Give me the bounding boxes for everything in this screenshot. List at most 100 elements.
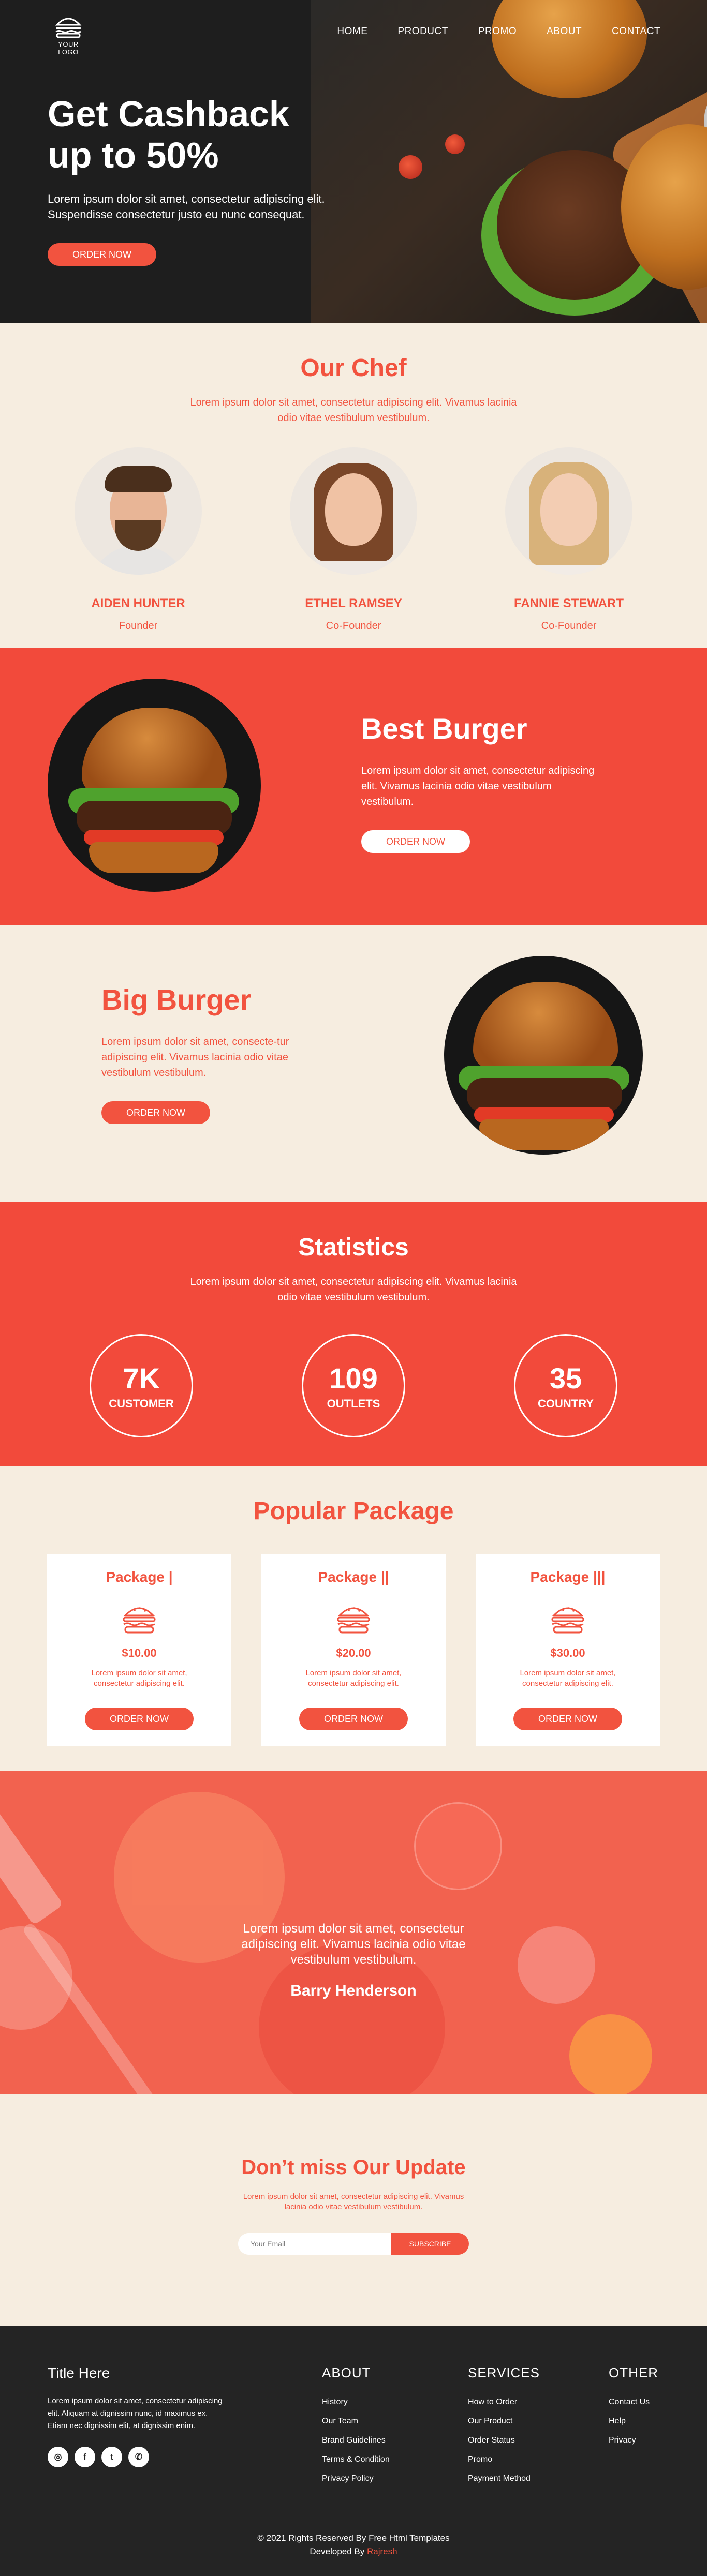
- facebook-icon[interactable]: f: [75, 2447, 95, 2467]
- package-desc: Lorem ipsum dolor sit amet, consectetur …: [91, 1669, 187, 1688]
- footer-link[interactable]: History: [322, 2392, 390, 2412]
- spatula-image: [0, 1803, 64, 1926]
- package-price: $20.00: [336, 1646, 371, 1659]
- chef-name: FANNIE STEWART: [513, 596, 624, 610]
- statistics-section: Statistics Lorem ipsum dolor sit amet, c…: [0, 1202, 707, 1466]
- big-burger-text: Lorem ipsum dolor sit amet, consecte-tur…: [101, 1036, 289, 1079]
- package-card: Package || $20.00 Lorem ipsum dolor sit …: [261, 1554, 446, 1746]
- footer-link[interactable]: Privacy Policy: [322, 2469, 390, 2488]
- avatar: [290, 447, 417, 575]
- chef-name: AIDEN HUNTER: [91, 596, 185, 610]
- package-list: Package | $10.00 Lorem ipsum dolor sit a…: [0, 1554, 707, 1746]
- package-order-button[interactable]: ORDER NOW: [513, 1708, 622, 1730]
- email-input[interactable]: [238, 2233, 391, 2255]
- package-name: Package |||: [530, 1569, 606, 1585]
- big-burger-copy: Big Burger Lorem ipsum dolor sit amet, c…: [101, 983, 345, 1124]
- newsletter-section: Don’t miss Our Update Lorem ipsum dolor …: [0, 2094, 707, 2326]
- newsletter-title: Don’t miss Our Update: [241, 2156, 466, 2179]
- main-nav: YOUR LOGO HOME PRODUCT PROMO ABOUT CONTA…: [0, 0, 707, 62]
- footer-heading: OTHER: [609, 2365, 658, 2380]
- big-burger-title: Big Burger: [101, 983, 252, 1016]
- chef-card: FANNIE STEWART Co-Founder: [505, 447, 632, 632]
- chef-card: ETHEL RAMSEY Co-Founder: [290, 447, 417, 632]
- footer-link[interactable]: Privacy: [609, 2431, 658, 2450]
- footer-title: Title Here: [48, 2365, 110, 2381]
- nav-menu: HOME PRODUCT PROMO ABOUT CONTACT: [337, 26, 660, 37]
- best-burger-order-button[interactable]: ORDER NOW: [361, 830, 470, 853]
- big-burger-order-button[interactable]: ORDER NOW: [101, 1101, 210, 1124]
- testimonial-copy: Lorem ipsum dolor sit amet, consectetur …: [0, 1921, 707, 2000]
- avatar: [505, 447, 632, 575]
- burger-logo-icon: [54, 14, 83, 38]
- nav-item-about[interactable]: ABOUT: [547, 26, 582, 37]
- best-burger-text: Lorem ipsum dolor sit amet, consectetur …: [361, 765, 595, 807]
- testimonial-section: Lorem ipsum dolor sit amet, consectetur …: [0, 1771, 707, 2094]
- stat-outlets: 109 OUTLETS: [302, 1334, 405, 1437]
- best-burger-title: Best Burger: [361, 712, 527, 745]
- footer-link[interactable]: Payment Method: [468, 2469, 540, 2488]
- footer-about: Title Here Lorem ipsum dolor sit amet, c…: [48, 2365, 229, 2467]
- burger-icon: [121, 1600, 157, 1636]
- footer-link[interactable]: Our Team: [322, 2412, 390, 2431]
- chef-section: Our Chef Lorem ipsum dolor sit amet, con…: [0, 323, 707, 648]
- footer-link[interactable]: Promo: [468, 2450, 540, 2469]
- chef-title: Our Chef: [300, 354, 407, 382]
- copyright: © 2021 Rights Reserved By Free Html Temp…: [257, 2533, 450, 2556]
- footer-link[interactable]: How to Order: [468, 2392, 540, 2412]
- burger-icon: [335, 1600, 372, 1636]
- twitter-icon[interactable]: t: [101, 2447, 122, 2467]
- stats-subtitle: Lorem ipsum dolor sit amet, consectetur …: [190, 1276, 517, 1303]
- hero-section: YOUR LOGO HOME PRODUCT PROMO ABOUT CONTA…: [0, 0, 707, 323]
- stat-country: 35 COUNTRY: [514, 1334, 617, 1437]
- footer-link[interactable]: Our Product: [468, 2412, 540, 2431]
- footer-heading: SERVICES: [468, 2365, 540, 2380]
- stats-title: Statistics: [298, 1234, 409, 1261]
- footer: Title Here Lorem ipsum dolor sit amet, c…: [0, 2326, 707, 2576]
- best-burger-section: Best Burger Lorem ipsum dolor sit amet, …: [0, 648, 707, 925]
- chef-name: ETHEL RAMSEY: [305, 596, 402, 610]
- packages-section: Popular Package Package | $10.00 Lorem i…: [0, 1466, 707, 1771]
- package-order-button[interactable]: ORDER NOW: [85, 1708, 194, 1730]
- footer-link[interactable]: Terms & Condition: [322, 2450, 390, 2469]
- burger-icon: [550, 1600, 586, 1636]
- package-card: Package | $10.00 Lorem ipsum dolor sit a…: [47, 1554, 231, 1746]
- footer-heading: ABOUT: [322, 2365, 371, 2380]
- nav-item-promo[interactable]: PROMO: [478, 26, 517, 37]
- package-name: Package ||: [318, 1569, 389, 1585]
- package-name: Package |: [106, 1569, 173, 1585]
- hero-copy: Get Cashback up to 50% Lorem ipsum dolor…: [48, 93, 337, 266]
- whatsapp-icon[interactable]: ✆: [128, 2447, 149, 2467]
- logo-text: YOUR LOGO: [58, 40, 79, 56]
- subscribe-button[interactable]: SUBSCRIBE: [391, 2233, 469, 2255]
- footer-link[interactable]: Contact Us: [609, 2392, 658, 2412]
- nav-item-contact[interactable]: CONTACT: [612, 26, 660, 37]
- subscribe-form: SUBSCRIBE: [238, 2233, 469, 2255]
- packages-title: Popular Package: [253, 1497, 454, 1525]
- chef-role: Founder: [119, 620, 158, 632]
- best-burger-copy: Best Burger Lorem ipsum dolor sit amet, …: [361, 712, 605, 853]
- stat-customer: 7K CUSTOMER: [90, 1334, 193, 1437]
- hero-title: Get Cashback up to 50%: [48, 94, 289, 175]
- chef-role: Co-Founder: [326, 620, 381, 632]
- developer-link[interactable]: Rajresh: [367, 2547, 397, 2556]
- big-burger-image: [444, 956, 643, 1155]
- chef-list: AIDEN HUNTER Founder ETHEL RAMSEY Co-Fou…: [0, 447, 707, 632]
- testimonial-quote: Lorem ipsum dolor sit amet, consectetur …: [241, 1922, 466, 1967]
- package-price: $10.00: [122, 1646, 157, 1659]
- footer-column-about: ABOUT History Our Team Brand Guidelines …: [322, 2365, 390, 2488]
- footer-text: Lorem ipsum dolor sit amet, consectetur …: [48, 2397, 223, 2430]
- footer-link[interactable]: Order Status: [468, 2431, 540, 2450]
- footer-column-services: SERVICES How to Order Our Product Order …: [468, 2365, 540, 2488]
- nav-item-product[interactable]: PRODUCT: [397, 26, 448, 37]
- hero-order-button[interactable]: ORDER NOW: [48, 243, 156, 266]
- package-order-button[interactable]: ORDER NOW: [299, 1708, 408, 1730]
- footer-link[interactable]: Brand Guidelines: [322, 2431, 390, 2450]
- chef-role: Co-Founder: [541, 620, 597, 632]
- logo[interactable]: YOUR LOGO: [48, 14, 89, 56]
- footer-link[interactable]: Help: [609, 2412, 658, 2431]
- stats-list: 7K CUSTOMER 109 OUTLETS 35 COUNTRY: [0, 1334, 707, 1437]
- testimonial-author: Barry Henderson: [290, 1982, 417, 1999]
- avatar: [75, 447, 202, 575]
- instagram-icon[interactable]: ◎: [48, 2447, 68, 2467]
- nav-item-home[interactable]: HOME: [337, 26, 367, 37]
